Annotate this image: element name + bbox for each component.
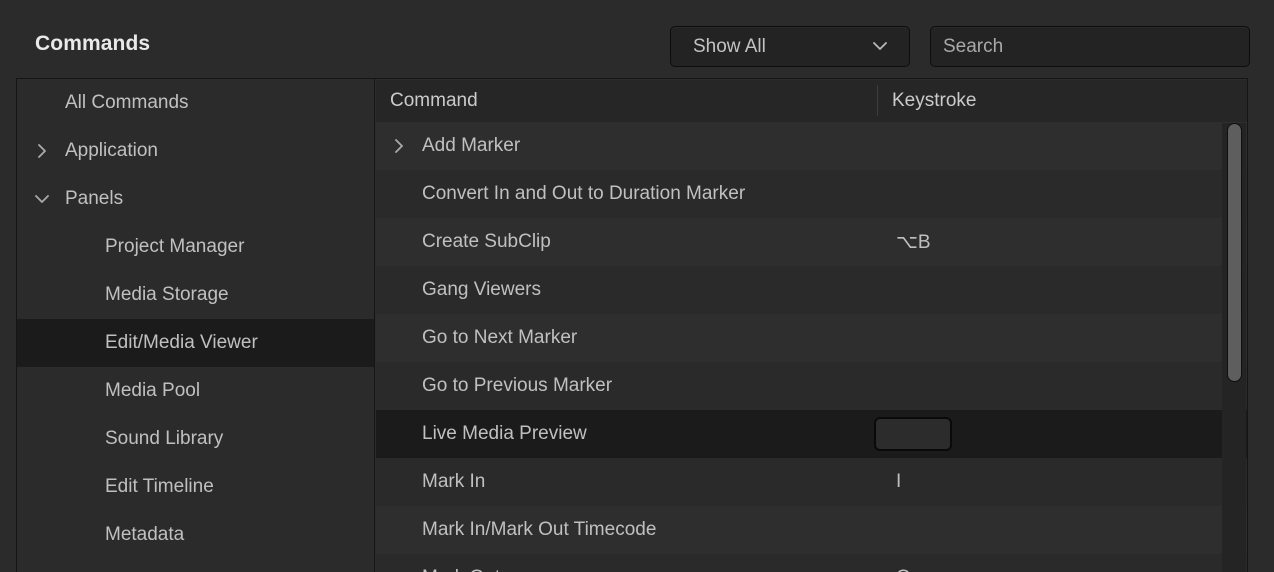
sidebar-item-label: Metadata — [105, 524, 185, 545]
sidebar-item-label: Sound Library — [105, 428, 224, 449]
keystroke-edit-field-wrapper[interactable] — [874, 417, 952, 451]
sidebar-item-edit-media-viewer[interactable]: Edit/Media Viewer — [17, 319, 374, 367]
table-row[interactable]: Create SubClip ⌥B — [376, 218, 1247, 266]
search-input[interactable] — [931, 27, 1249, 66]
table-row[interactable]: Mark Out O — [376, 554, 1247, 572]
vertical-scrollbar-track[interactable] — [1222, 123, 1246, 572]
commands-body: All Commands Application Panels Project Man… — [16, 78, 1248, 572]
chevron-right-icon[interactable] — [33, 142, 51, 160]
sidebar-item-sound-library[interactable]: Sound Library — [17, 415, 374, 463]
command-name-cell: Mark In/Mark Out Timecode — [422, 519, 657, 540]
table-row[interactable]: Mark In I — [376, 458, 1247, 506]
sidebar-item-all-commands[interactable]: All Commands — [17, 79, 374, 127]
table-row[interactable]: Mark In/Mark Out Timecode — [376, 506, 1247, 554]
command-name-cell: Mark Out — [422, 567, 500, 572]
commands-preferences-window: Commands Show All All Commands Applicatio… — [0, 0, 1274, 572]
column-header-keystroke[interactable]: Keystroke — [892, 79, 976, 122]
table-row[interactable]: Gang Viewers — [376, 266, 1247, 314]
column-divider[interactable] — [877, 85, 878, 116]
command-name-cell: Create SubClip — [422, 231, 551, 252]
table-row[interactable]: Go to Next Marker — [376, 314, 1247, 362]
column-header-command[interactable]: Command — [390, 79, 478, 122]
command-name-cell: Mark In — [422, 471, 486, 492]
table-row[interactable]: Go to Previous Marker — [376, 362, 1247, 410]
sidebar-item-edit-timeline[interactable]: Edit Timeline — [17, 463, 374, 511]
command-category-tree[interactable]: All Commands Application Panels Project Man… — [17, 79, 375, 572]
command-name-cell: Live Media Preview — [422, 423, 587, 444]
chevron-down-icon[interactable] — [33, 190, 51, 208]
sidebar-item-metadata[interactable]: Metadata — [17, 511, 374, 559]
show-all-filter-dropdown[interactable]: Show All — [670, 26, 910, 67]
vertical-scrollbar-thumb[interactable] — [1227, 123, 1242, 382]
search-field-wrapper[interactable] — [930, 26, 1250, 67]
chevron-down-icon — [873, 42, 887, 50]
table-row[interactable]: Add Marker — [376, 122, 1247, 170]
sidebar-item-project-manager[interactable]: Project Manager — [17, 223, 374, 271]
table-header-row: Command Keystroke — [376, 79, 1247, 123]
commands-table: Command Keystroke Add Marker Convert In a… — [376, 79, 1247, 572]
table-body: Add Marker Convert In and Out to Duration… — [376, 122, 1247, 572]
command-name-cell: Convert In and Out to Duration Marker — [422, 183, 746, 204]
sidebar-item-media-pool[interactable]: Media Pool — [17, 367, 374, 415]
table-row[interactable]: Live Media Preview — [376, 410, 1247, 458]
sidebar-item-label: Media Storage — [105, 284, 229, 305]
sidebar-item-application[interactable]: Application — [17, 127, 374, 175]
sidebar-item-label: Media Pool — [105, 380, 201, 401]
sidebar-item-media-storage[interactable]: Media Storage — [17, 271, 374, 319]
keystroke-cell: ⌥B — [896, 231, 931, 253]
sidebar-item-label: Edit Timeline — [105, 476, 214, 497]
table-row[interactable]: Convert In and Out to Duration Marker — [376, 170, 1247, 218]
keystroke-input[interactable] — [876, 419, 950, 449]
sidebar-item-label: Project Manager — [105, 236, 245, 257]
chevron-right-icon[interactable] — [390, 137, 408, 155]
window-header: Commands Show All — [0, 0, 1274, 78]
command-name-cell: Add Marker — [422, 135, 521, 156]
command-name-cell: Go to Next Marker — [422, 327, 578, 348]
page-title: Commands — [35, 32, 151, 55]
sidebar-item-label: Edit/Media Viewer — [105, 332, 258, 353]
command-name-cell: Gang Viewers — [422, 279, 541, 300]
keystroke-cell: I — [896, 471, 902, 492]
filter-selected-value: Show All — [693, 36, 766, 57]
sidebar-item-panels[interactable]: Panels — [17, 175, 374, 223]
sidebar-item-label: All Commands — [65, 92, 189, 113]
command-name-cell: Go to Previous Marker — [422, 375, 613, 396]
keystroke-cell: O — [896, 567, 911, 572]
